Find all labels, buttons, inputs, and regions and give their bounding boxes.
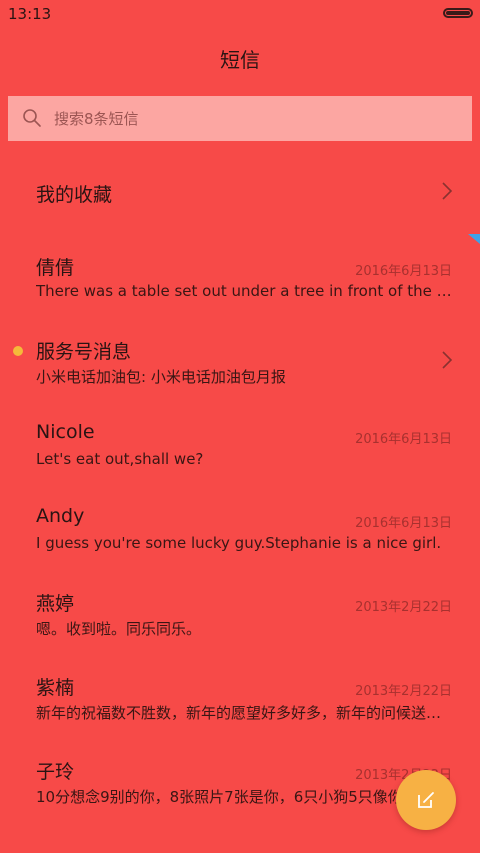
compose-button[interactable]: [396, 770, 456, 830]
contact-name: 倩倩: [36, 257, 75, 279]
favorites-item[interactable]: 我的收藏: [0, 150, 480, 234]
message-date: 2013年2月22日: [355, 600, 452, 615]
message-date: 2016年6月13日: [355, 516, 452, 531]
message-date: 2016年6月13日: [355, 264, 452, 279]
status-time: 13:13: [8, 5, 52, 23]
conversation-row[interactable]: 燕婷 2013年2月22日 嗯。收到啦。同乐同乐。: [0, 570, 480, 654]
conversation-row[interactable]: Nicole 2016年6月13日 Let's eat out,shall we…: [0, 402, 480, 486]
contact-name: Andy: [36, 505, 85, 527]
message-preview: Let's eat out,shall we?: [36, 450, 204, 468]
message-preview: 新年的祝福数不胜数，新年的愿望好多好多，新年的问候送给你: [36, 704, 454, 722]
chevron-right-icon: [442, 182, 453, 200]
contact-name: 燕婷: [36, 593, 75, 615]
message-preview: There was a table set out under a tree i…: [36, 282, 454, 300]
message-date: 2016年6月13日: [355, 432, 452, 447]
contact-name: 子玲: [36, 761, 75, 783]
search-placeholder: 搜索8条短信: [54, 110, 139, 128]
conversation-row[interactable]: 服务号消息 小米电话加油包: 小米电话加油包月报: [0, 318, 480, 402]
contact-name: 服务号消息: [36, 341, 132, 363]
favorites-label: 我的收藏: [36, 184, 113, 206]
message-preview: 小米电话加油包: 小米电话加油包月报: [36, 368, 286, 386]
conversation-row[interactable]: 倩倩 2016年6月13日 There was a table set out …: [0, 234, 480, 318]
message-preview: 嗯。收到啦。同乐同乐。: [36, 620, 202, 638]
search-input[interactable]: 搜索8条短信: [8, 96, 472, 141]
contact-name: Nicole: [36, 421, 95, 443]
message-preview: I guess you're some lucky guy.Stephanie …: [36, 534, 442, 552]
conversation-row[interactable]: 紫楠 2013年2月22日 新年的祝福数不胜数，新年的愿望好多好多，新年的问候送…: [0, 654, 480, 738]
message-date: 2013年2月22日: [355, 684, 452, 699]
compose-icon: [418, 792, 434, 808]
status-bar: 13:13: [0, 0, 480, 28]
unread-dot: [13, 346, 23, 356]
battery-icon: [443, 8, 473, 18]
contact-name: 紫楠: [36, 677, 75, 699]
page-title: 短信: [220, 48, 260, 72]
message-preview: 10分想念9别的你，8张照片7张是你，6只小狗5只像你: [36, 788, 403, 806]
conversation-row[interactable]: Andy 2016年6月13日 I guess you're some luck…: [0, 486, 480, 570]
conversation-list: 倩倩 2016年6月13日 There was a table set out …: [0, 234, 480, 822]
chevron-right-icon: [442, 351, 453, 369]
search-icon: [23, 109, 41, 127]
